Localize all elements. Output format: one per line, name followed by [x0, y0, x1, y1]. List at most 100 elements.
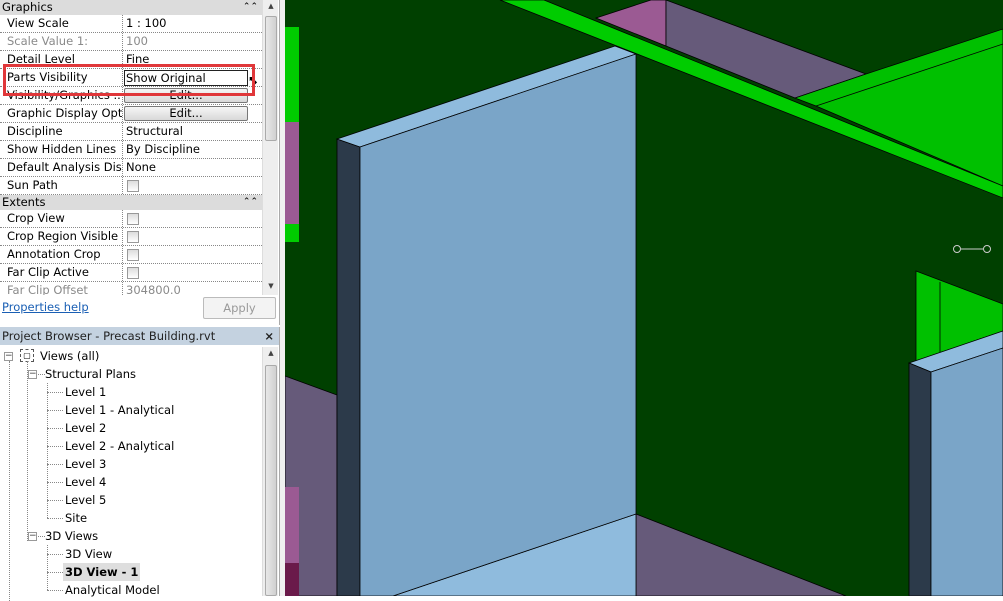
tree-item-label: Level 2	[65, 421, 107, 435]
tree-item[interactable]: Level 1	[0, 383, 262, 401]
precast-wall	[930, 347, 1003, 597]
section-title: Graphics	[2, 0, 53, 14]
property-value-cell[interactable]: Show Original ⬉	[123, 69, 262, 87]
tree-item[interactable]: Site	[0, 509, 262, 527]
property-checkbox[interactable]	[127, 213, 139, 225]
property-value[interactable]: None	[126, 160, 156, 174]
tree-item[interactable]: Level 2 - Analytical	[0, 437, 262, 455]
tree-item-label: Level 1	[65, 385, 107, 399]
property-checkbox[interactable]	[127, 267, 139, 279]
properties-grid: Graphics ⌃⌃ View Scale 1 : 100 Scale Value 1…	[0, 0, 262, 295]
collapse-icon[interactable]: ⌃⌃	[243, 0, 258, 15]
property-value-cell[interactable]: None	[123, 159, 262, 176]
tree-item[interactable]: 3D View - 1	[0, 563, 262, 581]
property-value-cell[interactable]: 304800.0	[123, 282, 262, 295]
tree-item[interactable]: Level 1 - Analytical	[0, 401, 262, 419]
property-value[interactable]: By Discipline	[126, 142, 200, 156]
tree-item-label: Level 2 - Analytical	[65, 439, 175, 453]
property-value-cell[interactable]: Edit...	[123, 105, 262, 122]
edit-button[interactable]: Edit...	[124, 88, 248, 103]
wall-side	[908, 362, 932, 597]
properties-scrollbar[interactable]: ▲ ▼	[262, 0, 278, 295]
scroll-thumb[interactable]	[265, 16, 277, 141]
apply-button[interactable]: Apply	[203, 297, 276, 319]
tree-item-label: 3D View - 1	[63, 563, 141, 581]
property-label: Show Hidden Lines	[0, 141, 123, 158]
tree-group[interactable]: −3D Views	[0, 527, 262, 545]
tree-item[interactable]: Level 4	[0, 473, 262, 491]
parts-visibility-dropdown[interactable]: Show Original	[124, 70, 248, 86]
property-value-cell[interactable]: Edit...	[123, 87, 262, 104]
property-checkbox[interactable]	[127, 249, 139, 261]
browser-scrollbar[interactable]: ▲	[262, 347, 278, 596]
property-label: Discipline	[0, 123, 123, 140]
property-row: Far Clip Active	[0, 264, 262, 282]
property-label: Sun Path	[0, 177, 123, 194]
property-row: View Scale 1 : 100	[0, 15, 262, 33]
scroll-down-icon[interactable]: ▼	[263, 282, 279, 290]
property-checkbox[interactable]	[127, 231, 139, 243]
property-row: Crop View	[0, 210, 262, 228]
property-value-cell[interactable]: By Discipline	[123, 141, 262, 158]
property-row: Parts Visibility Show Original ⬉	[0, 69, 262, 87]
tree-item[interactable]: Level 2	[0, 419, 262, 437]
scroll-thumb[interactable]	[265, 365, 277, 596]
edit-button[interactable]: Edit...	[124, 106, 248, 121]
property-row: Scale Value 1: 100	[0, 33, 262, 51]
property-label: Detail Level	[0, 51, 123, 68]
tree-group[interactable]: − Structural Plans	[0, 365, 262, 383]
property-value: 304800.0	[126, 283, 181, 295]
property-row: Detail Level Fine	[0, 51, 262, 69]
property-row: Annotation Crop	[0, 246, 262, 264]
tree-item-label: Analytical Model	[65, 583, 160, 597]
section-header-graphics[interactable]: Graphics ⌃⌃	[0, 0, 262, 15]
property-value-cell[interactable]: 100	[123, 33, 262, 50]
property-label: Graphic Display Opt...	[0, 105, 123, 122]
property-label: Visibility/Graphics ...	[0, 87, 123, 104]
tree-item[interactable]: Level 3	[0, 455, 262, 473]
project-browser-title: Project Browser - Precast Building.rvt	[2, 329, 216, 343]
property-label: Far Clip Offset	[0, 282, 123, 295]
property-value[interactable]: Fine	[126, 52, 149, 66]
scroll-up-icon[interactable]: ▲	[263, 349, 279, 357]
collapse-icon[interactable]: −	[28, 532, 37, 541]
property-label: Parts Visibility	[0, 69, 123, 86]
property-row: Discipline Structural	[0, 123, 262, 141]
property-checkbox[interactable]	[127, 180, 139, 192]
property-value-cell[interactable]	[123, 246, 262, 263]
property-label: Default Analysis Dis...	[0, 159, 123, 176]
property-row: Far Clip Offset 304800.0	[0, 282, 262, 295]
property-value-cell[interactable]	[123, 177, 262, 194]
tree-item-label: Level 1 - Analytical	[65, 403, 175, 417]
property-row: Default Analysis Dis... None	[0, 159, 262, 177]
property-value[interactable]: Structural	[126, 124, 183, 138]
tree-item-label: 3D View	[65, 547, 113, 561]
project-browser: Project Browser - Precast Building.rvt ×…	[0, 327, 280, 601]
collapse-icon[interactable]: ⌃⌃	[243, 195, 258, 210]
collapse-icon[interactable]: −	[28, 370, 37, 379]
tree-item-label: Level 5	[65, 493, 107, 507]
collapse-icon[interactable]: −	[4, 352, 13, 361]
property-label: Crop View	[0, 210, 123, 227]
3d-viewport[interactable]	[284, 0, 1003, 597]
tree-item[interactable]: Level 5	[0, 491, 262, 509]
property-value[interactable]: 1 : 100	[126, 16, 166, 30]
tree-item-label: Site	[65, 511, 88, 525]
precast-wall	[359, 53, 637, 597]
property-value-cell[interactable]	[123, 264, 262, 281]
property-value-cell[interactable]	[123, 210, 262, 227]
property-value-cell[interactable]: 1 : 100	[123, 15, 262, 32]
property-value-cell[interactable]	[123, 228, 262, 245]
section-header-extents[interactable]: Extents ⌃⌃	[0, 195, 262, 210]
tree-item-label: Views (all)	[40, 349, 100, 363]
property-label: Crop Region Visible	[0, 228, 123, 245]
properties-help-link[interactable]: Properties help	[2, 300, 89, 314]
property-label: Scale Value 1:	[0, 33, 123, 50]
tree-item[interactable]: 3D View	[0, 545, 262, 563]
property-value-cell[interactable]: Fine	[123, 51, 262, 68]
scroll-up-icon[interactable]: ▲	[263, 2, 279, 10]
tree-item[interactable]: Analytical Model	[0, 581, 262, 599]
property-row: Crop Region Visible	[0, 228, 262, 246]
close-icon[interactable]: ×	[264, 327, 274, 345]
property-value-cell[interactable]: Structural	[123, 123, 262, 140]
